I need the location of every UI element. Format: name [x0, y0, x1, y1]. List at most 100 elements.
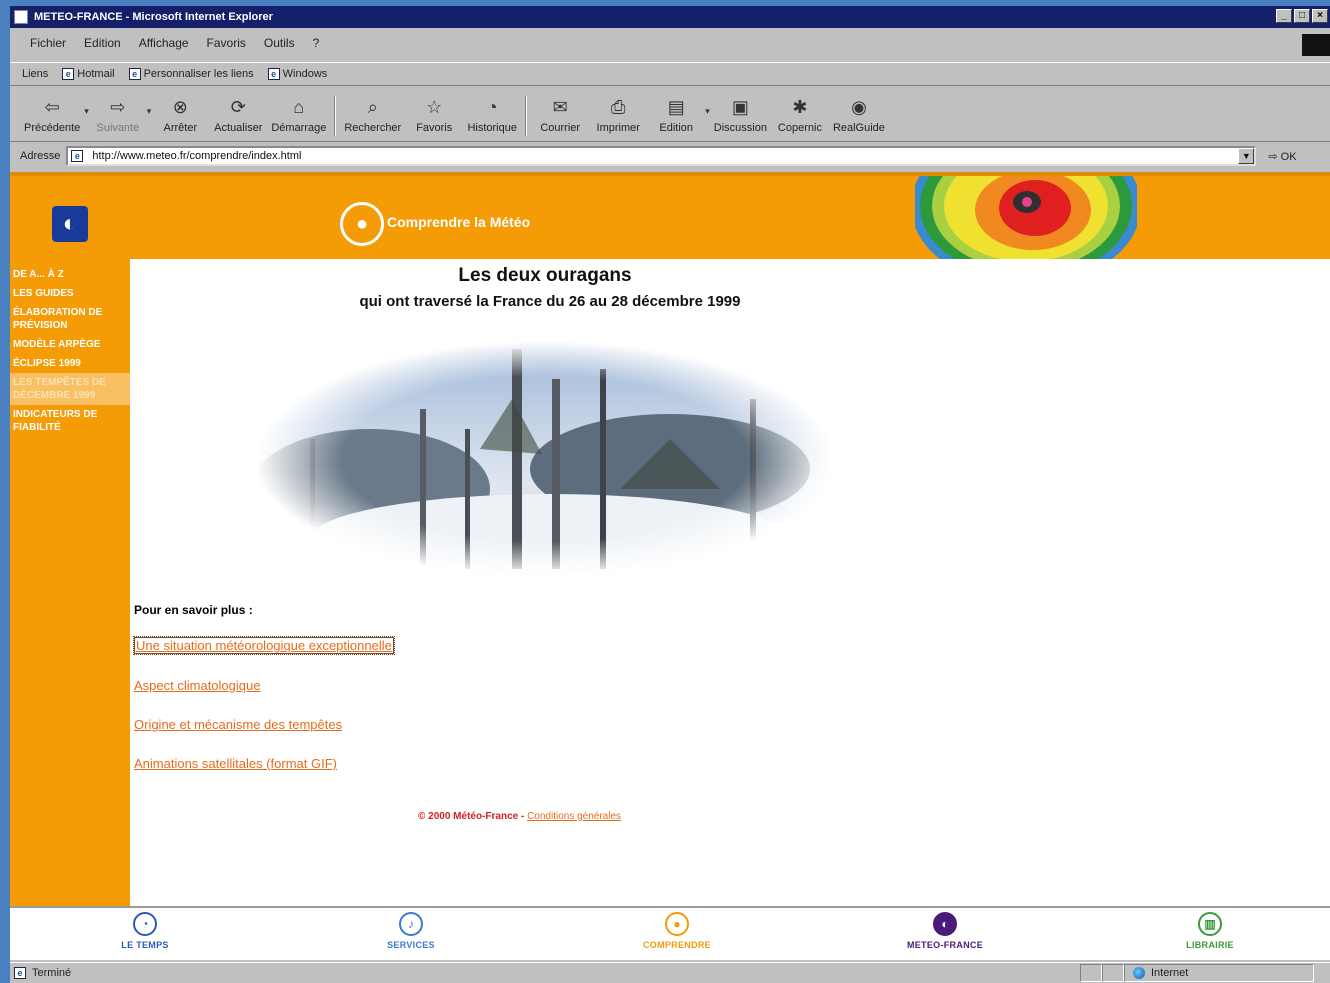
realguide-button[interactable]: ◉ RealGuide — [829, 90, 889, 140]
status-text: Terminé — [32, 967, 72, 979]
nav-eclipse-1999[interactable]: ÉCLIPSE 1999 — [10, 354, 130, 373]
bottom-nav-services[interactable]: ♪ SERVICES — [351, 912, 471, 950]
link-origine-mecanisme[interactable]: Origine et mécanisme des tempêtes — [134, 717, 394, 732]
realguide-icon: ◉ — [851, 96, 867, 117]
windows-logo-icon — [1302, 34, 1330, 56]
security-zone: Internet — [1124, 964, 1314, 982]
menu-help[interactable]: ? — [313, 36, 320, 50]
link-personnaliser[interactable]: e Personnaliser les liens — [128, 68, 254, 80]
status-cell — [1102, 964, 1124, 982]
main-content: Les deux ouragans qui ont traversé la Fr… — [130, 259, 1330, 906]
address-label: Adresse — [20, 150, 61, 162]
menu-fichier[interactable]: Fichier — [30, 36, 66, 50]
search-icon: ⌕ — [367, 96, 378, 117]
copyright-text: © 2000 Météo-France - — [418, 811, 525, 822]
window-title: METEO-FRANCE - Microsoft Internet Explor… — [34, 11, 273, 23]
address-dropdown-icon[interactable]: ▼ — [1238, 148, 1255, 164]
links-label: Liens — [22, 68, 49, 80]
menu-edition[interactable]: Edition — [84, 36, 121, 50]
conditions-link[interactable]: Conditions générales — [527, 811, 621, 822]
link-situation-meteorologique[interactable]: Une situation météorologique exceptionne… — [133, 636, 395, 655]
edit-icon: ▤ — [667, 96, 685, 117]
zone-label: Internet — [1151, 967, 1189, 979]
page-banner: ◐ ● Comprendre la Météo — [10, 172, 1330, 263]
discussion-button[interactable]: ▣ Discussion — [710, 90, 771, 140]
edit-button[interactable]: ▤ Edition — [647, 90, 705, 140]
browser-window: METEO-FRANCE - Microsoft Internet Explor… — [10, 6, 1330, 983]
menu-affichage[interactable]: Affichage — [139, 36, 189, 50]
nav-elaboration-prevision[interactable]: ÉLABORATION DE PRÉVISION — [10, 303, 130, 335]
lightbulb-icon: ● — [340, 202, 384, 246]
stop-button[interactable]: ⊗ Arrêter — [151, 90, 209, 140]
history-button[interactable]: ◔ Historique — [463, 90, 521, 140]
menu-outils[interactable]: Outils — [264, 36, 295, 50]
home-icon: ⌂ — [293, 96, 305, 117]
status-main: e Terminé — [10, 967, 1080, 979]
meteo-france-logo[interactable]: ◐ — [52, 206, 88, 242]
copernic-button[interactable]: ✱ Copernic — [771, 90, 829, 140]
link-windows[interactable]: e Windows — [267, 68, 327, 80]
services-icon: ♪ — [399, 912, 423, 936]
favorites-button[interactable]: ☆ Favoris — [405, 90, 463, 140]
bottom-nav-le-temps[interactable]: ◔ LE TEMPS — [85, 912, 205, 950]
links-bar: Liens e Hotmail e Personnaliser les liens … — [10, 62, 1330, 86]
ie-app-icon — [14, 10, 28, 24]
page-subtitle: qui ont traversé la France du 26 au 28 d… — [359, 293, 741, 310]
address-url: http://www.meteo.fr/comprendre/index.htm… — [92, 150, 302, 162]
address-bar: Adresse e http://www.meteo.fr/comprendre… — [10, 144, 1330, 168]
minimize-button[interactable]: _ — [1276, 9, 1292, 23]
nav-les-guides[interactable]: LES GUIDES — [10, 284, 130, 303]
back-button[interactable]: ⇦ Précédente — [20, 90, 84, 140]
weather-icon: ◔ — [133, 912, 157, 936]
nav-indicateurs-fiabilite[interactable]: INDICATEURS DE FIABILITÉ — [10, 405, 130, 437]
close-button[interactable]: × — [1312, 9, 1328, 23]
lightbulb-icon: ● — [665, 912, 689, 936]
book-icon: ▥ — [1198, 912, 1222, 936]
stop-icon: ⊗ — [172, 96, 188, 117]
bottom-nav-librairie[interactable]: ▥ LIBRAIRIE — [1150, 912, 1270, 950]
window-controls: _ □ × — [1276, 9, 1328, 23]
page-footer: © 2000 Météo-France - Conditions général… — [418, 811, 621, 822]
nav-de-a-a-z[interactable]: DE A... à Z — [10, 265, 130, 284]
home-button[interactable]: ⌂ Démarrage — [267, 90, 330, 140]
discussion-icon: ▣ — [731, 96, 749, 117]
link-animations-satellitales[interactable]: Animations satellitales (format GIF) — [134, 756, 394, 771]
back-arrow-icon: ⇦ — [44, 96, 60, 117]
side-navigation: DE A... à Z LES GUIDES ÉLABORATION DE PR… — [10, 259, 130, 906]
refresh-button[interactable]: ⟳ Actualiser — [209, 90, 267, 140]
title-bar: METEO-FRANCE - Microsoft Internet Explor… — [10, 6, 1330, 28]
bottom-nav-comprendre[interactable]: ● COMPRENDRE — [617, 912, 737, 950]
menu-favoris[interactable]: Favoris — [207, 36, 246, 50]
ie-page-icon: e — [267, 68, 280, 80]
maximize-button[interactable]: □ — [1294, 9, 1310, 23]
forward-arrow-icon: ⇨ — [110, 96, 126, 117]
history-icon: ◔ — [486, 96, 498, 117]
print-button[interactable]: ⎙ Imprimer — [589, 90, 647, 140]
more-info-label: Pour en savoir plus : — [134, 603, 253, 617]
refresh-icon: ⟳ — [230, 96, 246, 117]
ie-page-icon: e — [128, 68, 141, 80]
address-input[interactable]: e http://www.meteo.fr/comprendre/index.h… — [66, 146, 1257, 166]
forward-button[interactable]: ⇨ Suivante — [89, 90, 147, 140]
link-aspect-climatologique[interactable]: Aspect climatologique — [134, 678, 394, 693]
nav-modele-arpege[interactable]: MODÈLE ARPÈGE — [10, 335, 130, 354]
web-page: ◐ ● Comprendre la Météo DE A... à Z LES … — [10, 172, 1330, 960]
favorites-icon: ☆ — [426, 96, 443, 117]
radar-image — [915, 176, 1137, 263]
ie-page-icon: e — [14, 967, 26, 979]
page-title: Les deux ouragans — [458, 265, 632, 286]
link-hotmail[interactable]: e Hotmail — [62, 68, 115, 80]
mail-button[interactable]: ✉ Courrier — [531, 90, 589, 140]
nav-tempetes-decembre-1999[interactable]: LES TEMPÊTES DE DÉCEMBRE 1999 — [10, 373, 130, 405]
go-button[interactable]: ⇨ OK — [1268, 150, 1296, 163]
bottom-navigation: ◔ LE TEMPS ♪ SERVICES ● COMPRENDRE ◐ MET… — [10, 906, 1330, 960]
ie-page-icon: e — [71, 150, 84, 162]
bottom-nav-meteo-france[interactable]: ◐ METEO-FRANCE — [885, 912, 1005, 950]
search-button[interactable]: ⌕ Rechercher — [340, 90, 405, 140]
globe-icon — [1133, 967, 1145, 979]
mail-icon: ✉ — [552, 96, 568, 117]
meteo-france-icon: ◐ — [933, 912, 957, 936]
storm-damage-photo — [250, 339, 840, 584]
status-cell — [1080, 964, 1102, 982]
status-bar: e Terminé Internet — [10, 962, 1330, 983]
